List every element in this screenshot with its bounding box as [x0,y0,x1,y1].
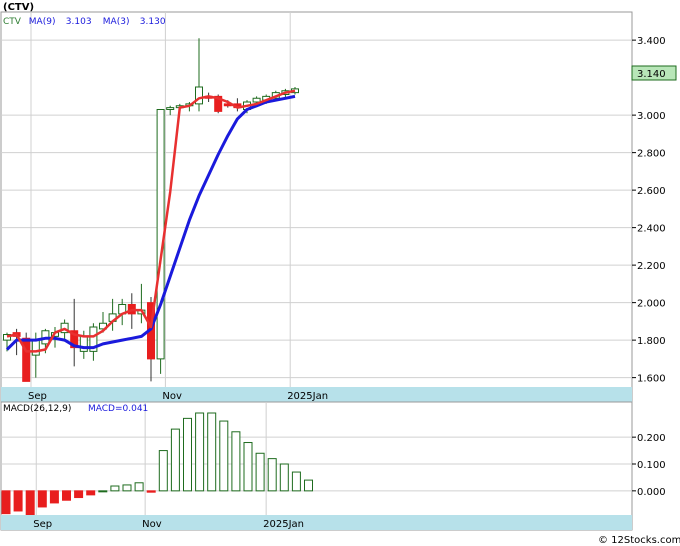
macd-bar [231,431,241,492]
macd-bar [25,490,35,516]
legend-item: MA(9) [29,17,56,27]
date-tick-label: 2025Jan [287,391,328,402]
legend-item: 3.103 [66,17,92,27]
macd-panel [0,401,633,531]
macd-bar [158,450,168,492]
macd-bar [37,490,47,508]
chart-canvas: 3.400 3.000 2.800 2.600 2.400 2.200 2.000 1.800… [0,2,680,546]
legend-item: 3.130 [140,17,166,27]
price-tick-label: 2.800 [637,149,666,160]
legend-item: MA(3) [103,17,130,27]
macd-bar [122,484,132,492]
macd-title: MACD(26,12,9) [3,404,71,414]
candle-body [252,97,261,103]
macd-bar [243,442,253,492]
candle-body [166,107,175,110]
macd-bar [110,485,120,492]
macd-bar [255,452,265,492]
ticker-label: (CTV) [3,2,34,13]
macd-bar [1,490,11,515]
macd-bar [146,490,156,493]
price-tick-label: 1.600 [637,374,666,385]
date-tick-label: Sep [28,391,47,402]
price-axis: 3.400 3.000 2.800 2.600 2.400 2.200 2.000 1.800… [632,36,666,385]
macd-date-tick-label: Sep [33,519,52,530]
macd-bar [219,420,229,492]
macd-bar [267,458,277,492]
macd-date-tick-label: Nov [142,519,162,530]
macd-bar [291,471,301,492]
price-tick-label: 2.400 [637,224,666,235]
price-tick-label: 1.800 [637,336,666,347]
macd-bar [207,412,217,492]
macd-bar [98,490,108,493]
macd-axis: 0.200 0.100 0.000 [632,433,666,498]
candle-body [79,335,88,352]
macd-date-tick-label: 2025Jan [263,519,304,530]
macd-bar [134,482,144,492]
macd-bar [170,428,180,492]
macd-bar [279,463,289,492]
macd-bar [74,490,84,499]
macd-bar [195,412,205,492]
price-tick-label: 3.000 [637,111,666,122]
watermark: © 12Stocks.com [598,535,680,546]
candle-body [31,339,40,356]
macd-bar [183,417,192,492]
macd-bar [86,490,96,496]
macd-bar [49,490,59,504]
price-tick-label: 2.000 [637,299,666,310]
macd-tick-label: 0.200 [637,433,666,444]
last-price-label: 3.140 [637,69,666,80]
macd-bar [62,490,71,501]
date-tick-label: Nov [162,391,182,402]
macd-bar [13,490,23,512]
macd-tick-label: 0.000 [637,487,666,498]
macd-date-axis-band [1,515,632,530]
legend-item: CTV [3,17,22,27]
price-tick-label: 3.400 [637,36,666,47]
price-tick-label: 2.200 [637,261,666,272]
macd-tick-label: 0.100 [637,460,666,471]
price-tick-label: 2.600 [637,186,666,197]
macd-bar [304,479,313,492]
macd-value-label: MACD=0.041 [88,404,148,414]
